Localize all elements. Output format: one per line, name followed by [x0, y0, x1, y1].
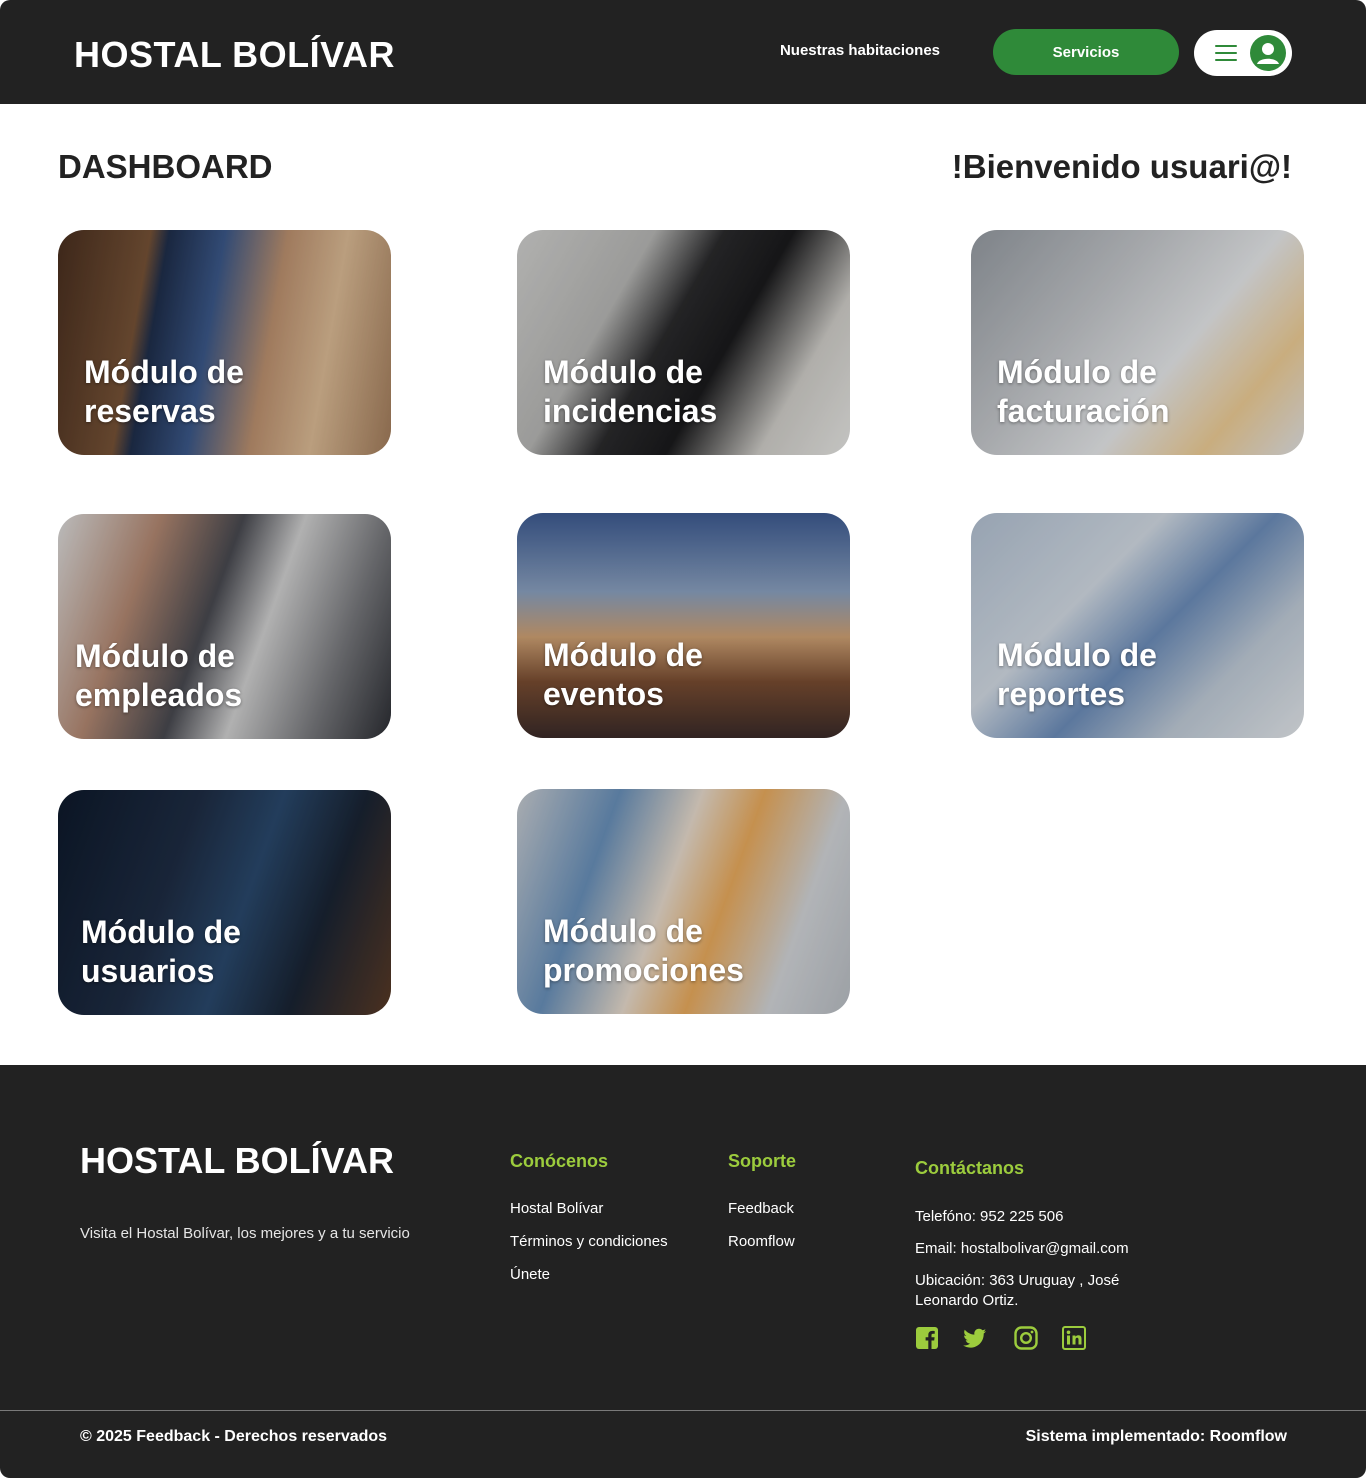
footer-divider — [0, 1410, 1366, 1411]
module-card-label: Módulo de promociones — [543, 913, 744, 988]
footer-heading-contact: Contáctanos — [915, 1158, 1025, 1178]
brand-logo-text[interactable]: HOSTAL BOLÍVAR — [74, 34, 395, 76]
facebook-icon[interactable] — [915, 1326, 939, 1350]
footer-tagline: Visita el Hostal Bolívar, los mejores y … — [80, 1225, 410, 1242]
footer-heading-support: Soporte — [728, 1151, 797, 1171]
contact-email: Email: hostalbolivar@gmail.com — [915, 1240, 1129, 1257]
welcome-message: !Bienvenido usuari@! — [951, 148, 1292, 185]
nav-link-rooms[interactable]: Nuestras habitaciones — [760, 42, 960, 59]
footer-link-join[interactable]: Únete — [510, 1266, 550, 1283]
module-card-label: Módulo de usuarios — [81, 914, 241, 989]
module-card-label: Módulo de empleados — [75, 638, 243, 713]
footer-link-terms[interactable]: Términos y condiciones — [510, 1233, 668, 1250]
footer-brand: HOSTAL BOLÍVAR — [80, 1140, 394, 1181]
module-card-label: Módulo de incidencias — [543, 354, 718, 429]
twitter-icon[interactable] — [963, 1326, 987, 1350]
contact-phone: Telefóno: 952 225 506 — [915, 1208, 1064, 1225]
services-button[interactable]: Servicios — [993, 29, 1179, 75]
module-card-incidencias[interactable]: Módulo de incidencias — [517, 230, 850, 455]
module-card-label: Módulo de eventos — [543, 637, 703, 712]
contact-location: Ubicación: 363 Uruguay , José Leonardo O… — [915, 1272, 1120, 1309]
page-title: DASHBOARD — [58, 148, 273, 185]
system-credit: Sistema implementado: Roomflow — [1025, 1428, 1287, 1445]
footer: HOSTAL BOLÍVAR Visita el Hostal Bolívar,… — [0, 1065, 1366, 1478]
module-card-label: Módulo de facturación — [997, 354, 1170, 429]
module-card-usuarios[interactable]: Módulo de usuarios — [58, 790, 391, 1015]
module-card-reportes[interactable]: Módulo de reportes — [971, 513, 1304, 738]
module-card-promociones[interactable]: Módulo de promociones — [517, 789, 850, 1014]
footer-heading-about: Conócenos — [510, 1151, 609, 1171]
footer-link-roomflow[interactable]: Roomflow — [728, 1233, 795, 1250]
module-card-empleados[interactable]: Módulo de empleados — [58, 514, 391, 739]
module-card-reservas[interactable]: Módulo de reservas — [58, 230, 391, 455]
instagram-icon[interactable] — [1014, 1326, 1038, 1350]
module-card-eventos[interactable]: Módulo de eventos — [517, 513, 850, 738]
top-navbar: HOSTAL BOLÍVAR Nuestras habitaciones Ser… — [0, 0, 1366, 104]
module-card-facturacion[interactable]: Módulo de facturación — [971, 230, 1304, 455]
module-card-label: Módulo de reportes — [997, 637, 1157, 712]
footer-link-feedback[interactable]: Feedback — [728, 1200, 794, 1217]
user-avatar-icon — [1250, 35, 1286, 71]
footer-link-hostal[interactable]: Hostal Bolívar — [510, 1200, 603, 1217]
user-menu-button[interactable] — [1194, 30, 1292, 76]
linkedin-icon[interactable] — [1062, 1326, 1086, 1350]
module-card-label: Módulo de reservas — [84, 354, 244, 429]
hamburger-icon — [1215, 45, 1237, 61]
copyright-text: © 2025 Feedback - Derechos reservados — [80, 1428, 388, 1445]
